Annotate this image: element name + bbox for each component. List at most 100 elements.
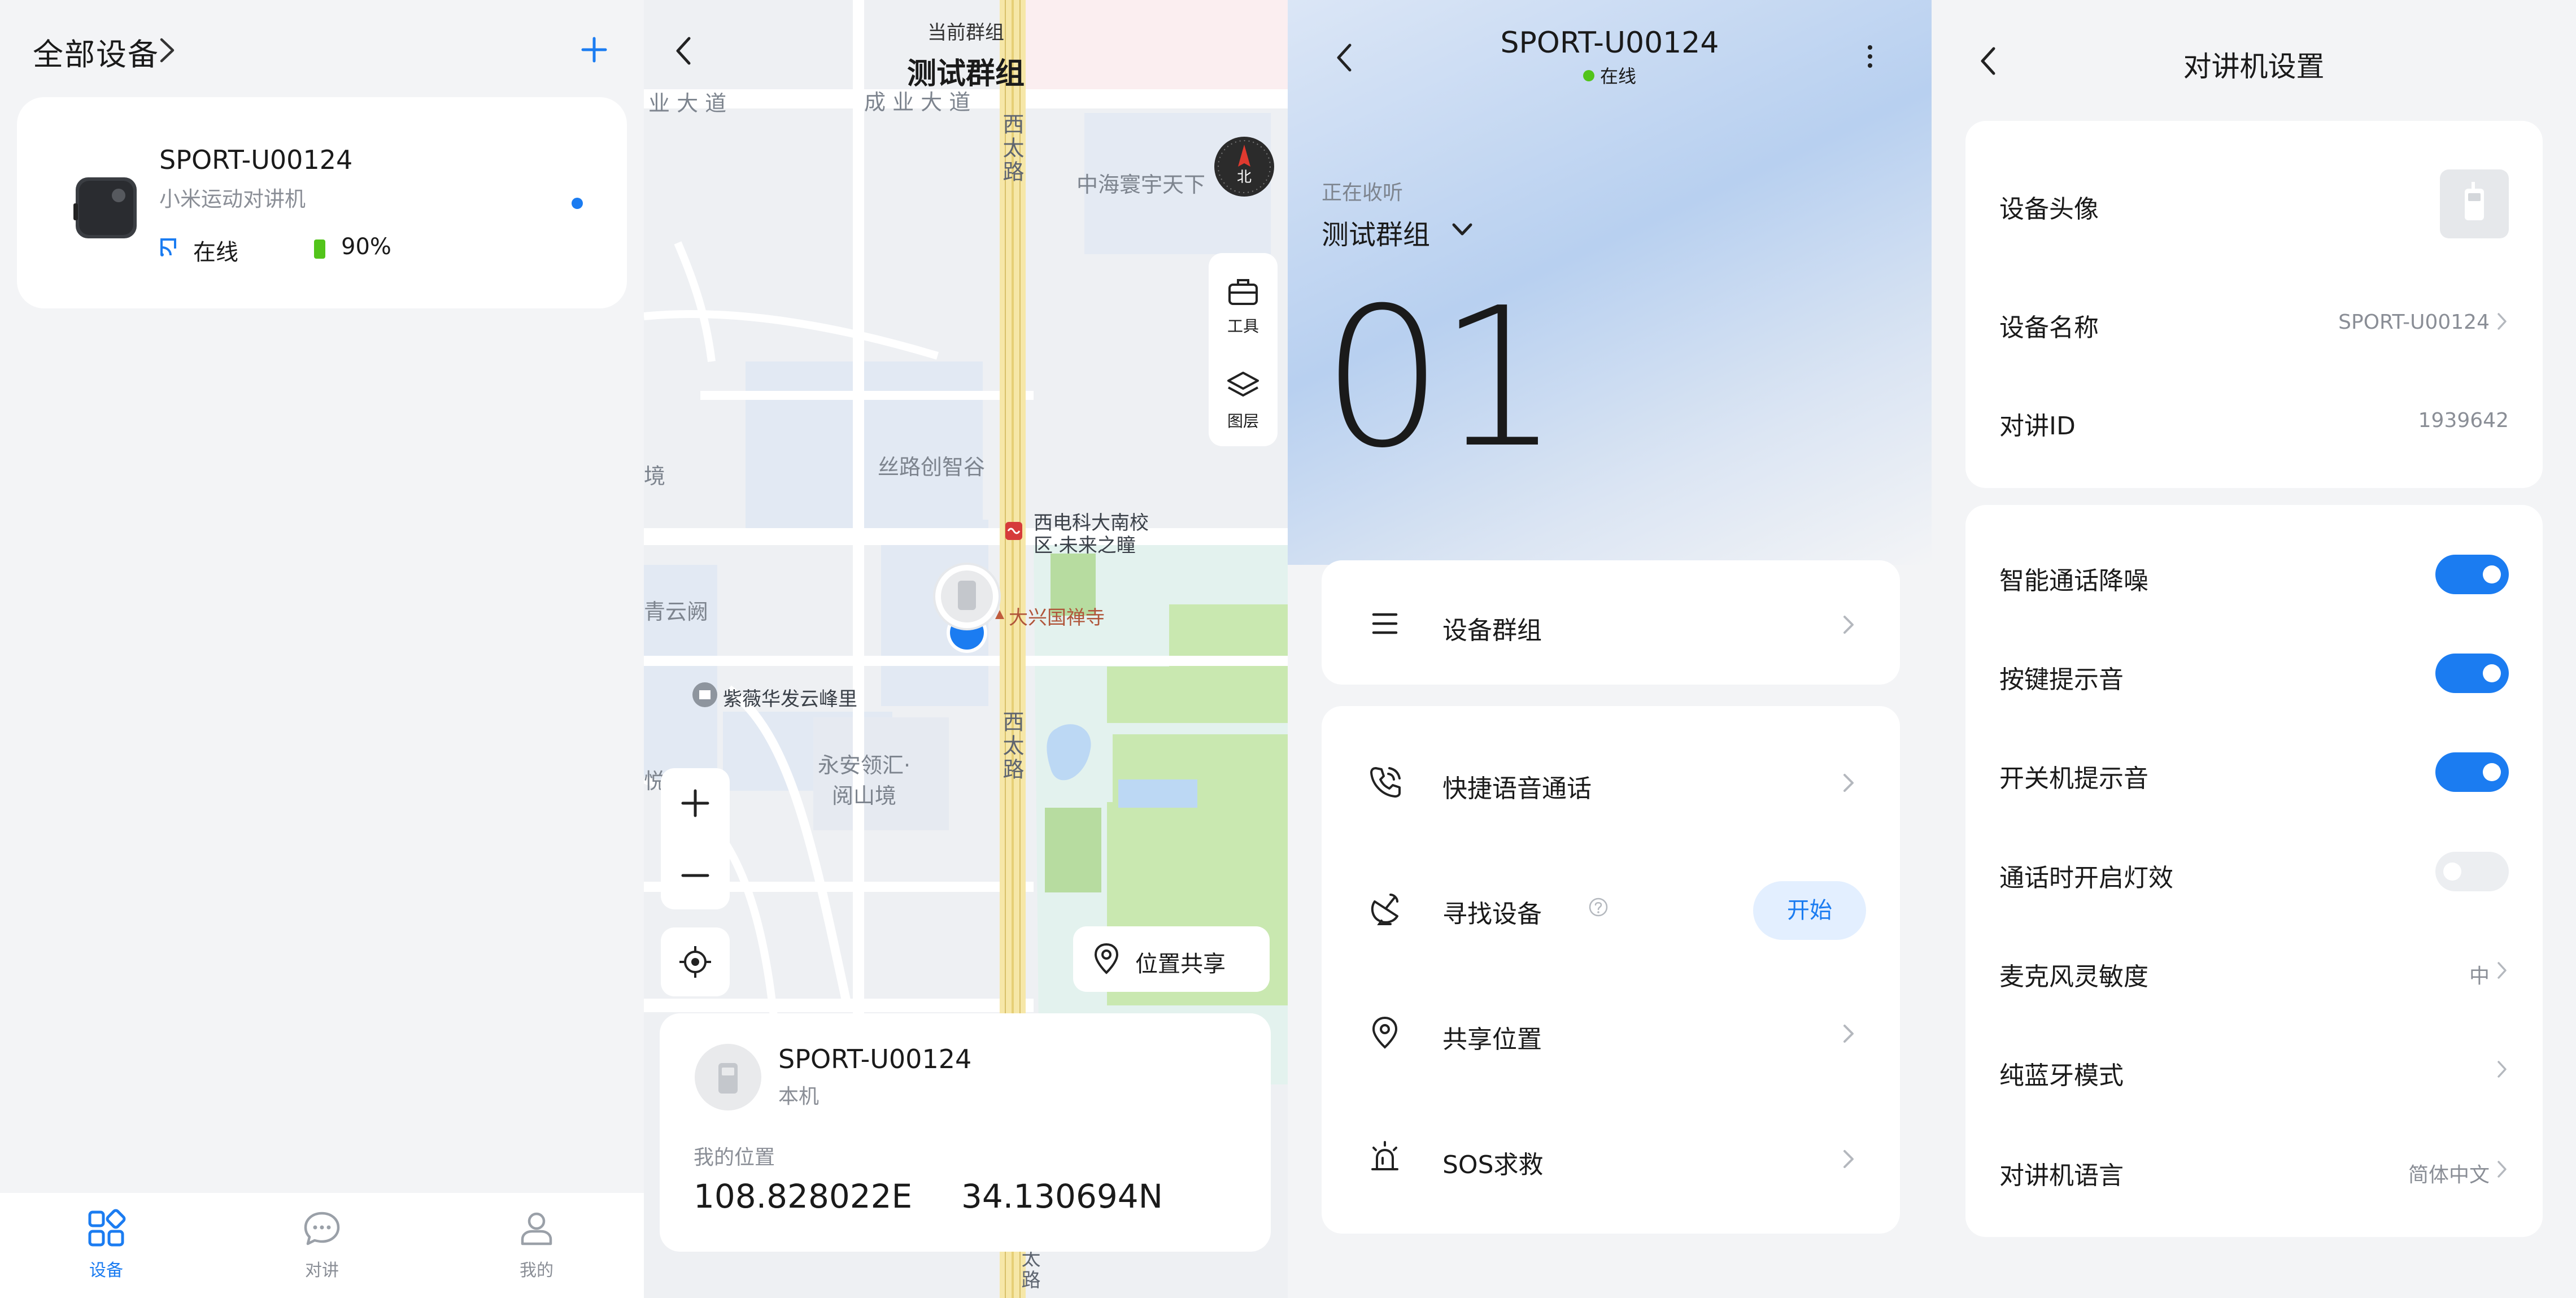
call-light-toggle[interactable] [2435,852,2509,891]
share-location-row[interactable]: 共享位置 [1322,993,1900,1072]
device-name: SPORT-U00124 [159,145,353,175]
noise-reduction-toggle[interactable] [2435,555,2509,594]
chevron-right-icon [2497,962,2507,979]
device-status: 在线 [193,239,238,265]
bluetooth-mode-row[interactable]: 纯蓝牙模式 [1965,1027,2543,1112]
compass-button[interactable]: 北 [1214,137,1274,197]
device-avatar [2440,169,2509,238]
bluetooth-mode-label: 纯蓝牙模式 [1999,1061,2124,1090]
toolbox-icon [1228,279,1258,305]
language-row[interactable]: 对讲机语言 简体中文 [1965,1127,2543,1212]
call-light-row: 通话时开启灯效 [1965,829,2543,914]
tools-button[interactable]: 工具 [1209,273,1278,337]
battery-icon [314,239,325,259]
tab-talk[interactable]: 对讲 [265,1209,378,1281]
map-label: 永安领汇·阅山境 [817,753,911,808]
share-location-label: 共享位置 [1442,1025,1542,1054]
map-screen: 业 大 道 成 业 大 道 西太路 西太路 太路 中海寰宇天下 丝路创智谷 西电… [644,0,1288,1298]
language-label: 对讲机语言 [1999,1161,2124,1190]
device-title: SPORT-U00124 [1500,26,1719,60]
key-tone-toggle[interactable] [2435,654,2509,693]
language-value: 简体中文 [2408,1164,2490,1187]
map-tools-panel: 工具 图层 [1209,253,1278,446]
avatar-row[interactable]: 设备头像 [1965,121,2543,285]
key-tone-row: 按键提示音 [1965,631,2543,716]
locate-me-button[interactable] [661,927,730,996]
device-group-row[interactable]: 设备群组 [1322,584,1900,663]
chevron-right-icon [2497,1161,2507,1178]
all-devices-title[interactable]: 全部设备 [33,29,159,74]
latitude-value: 34.130694N [961,1177,1163,1216]
device-group-label: 设备群组 [1442,616,1542,645]
location-pin-icon [1372,1016,1398,1049]
device-sub: 本机 [778,1085,820,1108]
walkie-talkie-icon [2465,182,2484,220]
map-label: 中海寰宇天下 [1076,172,1206,197]
devices-screen: 全部设备 SPORT-U00124 小米运动对讲机 在线 90% 设备 对讲 我… [0,0,644,1298]
listening-group[interactable]: 测试群组 [1322,212,1430,252]
zoom-out-icon[interactable] [678,859,712,892]
chevron-right-icon[interactable] [156,36,178,64]
tab-mine[interactable]: 我的 [480,1209,593,1281]
chevron-right-icon [1843,616,1854,634]
layers-label: 图层 [1227,412,1259,430]
zoom-controls [661,768,730,909]
device-name: SPORT-U00124 [778,1044,972,1074]
map-label: 丝路创智谷 [878,455,986,480]
walkie-talkie-image [73,177,137,238]
power-tone-toggle[interactable] [2435,752,2509,792]
more-icon[interactable] [1862,40,1878,73]
device-name-row[interactable]: 设备名称 SPORT-U00124 [1965,279,2543,364]
map-label: 大兴国禅寺 [1009,607,1105,629]
tab-talk-label: 对讲 [305,1261,339,1280]
group-name[interactable]: 测试群组 [644,50,1288,92]
talk-id-value: 1939642 [2418,409,2509,432]
quick-voice-label: 快捷语音通话 [1442,774,1592,803]
zoom-in-icon[interactable] [678,786,712,820]
walkie-talkie-icon [718,1063,738,1094]
list-icon [1372,613,1398,634]
share-location-button[interactable]: 位置共享 [1073,926,1270,992]
layers-icon [1227,372,1259,397]
avatar-label: 设备头像 [1999,195,2099,224]
find-device-label: 寻找设备 [1442,900,1542,929]
help-icon[interactable] [1588,897,1609,917]
device-model: 小米运动对讲机 [159,187,306,211]
noise-reduction-label: 智能通话降噪 [1999,567,2148,595]
talk-id-label: 对讲ID [1999,412,2076,441]
key-tone-label: 按键提示音 [1999,665,2124,694]
phone-call-icon [1370,767,1401,798]
call-light-label: 通话时开启灯效 [1999,864,2173,892]
mic-sensitivity-label: 麦克风灵敏度 [1999,962,2148,991]
online-status-text: 在线 [1599,66,1636,87]
alarm-light-icon [1371,1141,1398,1170]
chevron-right-icon [1843,774,1854,792]
map-label: 西太路 [999,113,1024,184]
tab-mine-label: 我的 [520,1261,553,1280]
chevron-right-icon [2497,313,2507,330]
online-status: 在线 [1288,62,1932,88]
talk-id-row: 对讲ID 1939642 [1965,377,2543,462]
chevron-right-icon [1843,1150,1854,1168]
listening-label: 正在收听 [1322,181,1403,204]
status-dot [572,198,583,209]
chevron-right-icon [2497,1061,2507,1078]
grid-icon [88,1209,126,1247]
find-device-start-button[interactable]: 开始 [1753,881,1866,940]
share-location-label: 位置共享 [1135,951,1226,977]
my-location-label: 我的位置 [694,1146,775,1169]
mic-sensitivity-row[interactable]: 麦克风灵敏度 中 [1965,928,2543,1013]
sos-row[interactable]: SOS求救 [1322,1118,1900,1197]
chevron-down-icon[interactable] [1448,218,1476,241]
device-name-label: 设备名称 [1999,313,2099,342]
tools-label: 工具 [1227,317,1259,336]
power-tone-label: 开关机提示音 [1999,764,2148,793]
compass-icon: 北 [1218,140,1271,193]
longitude-value: 108.828022E [694,1177,913,1216]
tab-devices-label: 设备 [89,1261,123,1280]
add-device-icon[interactable] [577,33,611,67]
layers-button[interactable]: 图层 [1209,368,1278,432]
channel-number: 01 [1322,267,1561,490]
tab-devices[interactable]: 设备 [50,1209,163,1281]
quick-voice-row[interactable]: 快捷语音通话 [1322,742,1900,821]
